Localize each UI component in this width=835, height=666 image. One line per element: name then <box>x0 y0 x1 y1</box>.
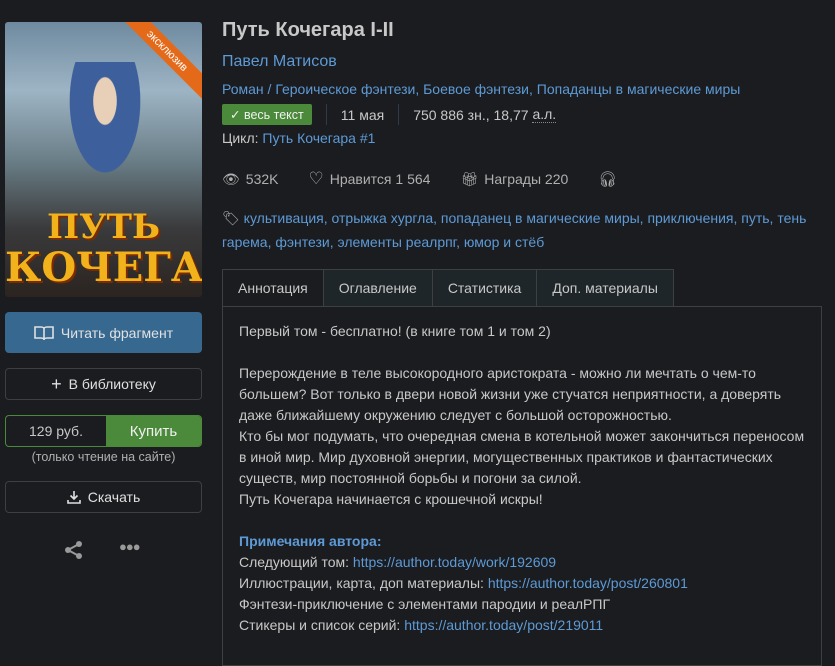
headphones-icon[interactable]: 🎧︎ <box>598 170 617 188</box>
note-2-label: Иллюстрации, карта, доп материалы: <box>239 575 488 591</box>
annotation-p4: Путь Кочегара начинается с крошечной иск… <box>239 491 543 507</box>
note-4-link[interactable]: https://author.today/post/219011 <box>404 617 603 633</box>
author-link[interactable]: Павел Матисов <box>222 53 337 71</box>
views-count: 532K <box>245 171 279 187</box>
tab-contents[interactable]: Оглавление <box>322 269 433 306</box>
author-notes-title: Примечания автора: <box>239 533 382 549</box>
tab-extras[interactable]: Доп. материалы <box>536 269 674 306</box>
annotation-p1: Первый том - бесплатно! (в книге том 1 и… <box>239 323 551 339</box>
read-fragment-label: Читать фрагмент <box>60 324 174 341</box>
buy-group: 129 руб. Купить <box>5 415 202 447</box>
more-icon[interactable]: ●●● <box>119 539 141 554</box>
add-library-button[interactable]: + В библиотеку <box>5 368 202 400</box>
download-button[interactable]: Скачать <box>5 481 202 513</box>
stats-bar: 👁 532K ♡ Нравится 1 564 🎁︎ Награды 220 🎧︎ <box>222 169 617 189</box>
buy-button[interactable]: Купить <box>106 416 201 446</box>
status-badge: ✓ весь текст <box>222 104 312 125</box>
book-title: Путь Кочегара I-II <box>222 19 394 41</box>
note-3: Фэнтези-приключение с элементами пародии… <box>239 596 611 612</box>
cycle-label: Цикл: <box>222 130 259 146</box>
heart-icon: ♡ <box>308 169 324 188</box>
buy-note: (только чтение на сайте) <box>31 450 176 464</box>
note-2-link[interactable]: https://author.today/post/260801 <box>488 575 688 591</box>
publish-date: 11 мая <box>340 106 385 123</box>
annotation-p3: Кто бы мог подумать, что очередная смена… <box>239 428 805 486</box>
awards-button[interactable]: 🎁︎ Награды 220 <box>460 171 568 188</box>
tag-icon: 🏷︎ <box>222 210 240 226</box>
note-4-label: Стикеры и список серий: <box>239 617 405 633</box>
cover-figure <box>60 62 150 192</box>
eye-icon: 👁 <box>222 170 240 187</box>
book-meta: ✓ весь текст 11 мая 750 886 зн., 18,77 а… <box>222 104 557 125</box>
note-1-link[interactable]: https://author.today/work/192609 <box>353 554 556 570</box>
tab-annotation[interactable]: Аннотация <box>222 269 324 306</box>
download-label: Скачать <box>87 489 141 505</box>
annotation-panel: Первый том - бесплатно! (в книге том 1 и… <box>222 306 822 666</box>
like-button[interactable]: ♡ Нравится 1 564 <box>308 169 430 189</box>
cycle: Цикл: Путь Кочегара #1 <box>222 130 375 146</box>
plus-icon: + <box>51 373 62 394</box>
book-size: 750 886 зн., 18,77 <box>413 106 529 123</box>
gift-icon: 🎁︎ <box>460 170 479 187</box>
status-badge-label: весь текст <box>243 108 304 122</box>
add-library-label: В библиотеку <box>68 376 156 392</box>
download-icon <box>66 491 81 504</box>
note-1-label: Следующий том: <box>239 554 353 570</box>
cover-title-2: КОЧЕГАРА <box>5 244 202 291</box>
tags-links[interactable]: культивация, отрыжка хургла, попаданец в… <box>222 210 806 250</box>
cover-title-1: ПУТЬ <box>46 207 161 247</box>
genres-link[interactable]: Роман / Героическое фэнтези, Боевое фэнт… <box>222 81 740 97</box>
likes-count: Нравится 1 564 <box>329 171 431 187</box>
share-icon[interactable] <box>64 540 84 560</box>
annotation-p2: Перерождение в теле высокородного аристо… <box>239 365 782 423</box>
awards-count: Награды 220 <box>484 171 569 187</box>
cycle-link[interactable]: Путь Кочегара #1 <box>262 130 375 146</box>
book-icon <box>34 325 54 340</box>
tab-statistics[interactable]: Статистика <box>431 269 538 306</box>
price: 129 руб. <box>29 423 83 439</box>
size-unit: а.л. <box>532 106 557 123</box>
tags: 🏷︎ культивация, отрыжка хургла, попадане… <box>222 206 822 254</box>
book-cover[interactable]: ПУТЬ КОЧЕГАРА эксклюзив <box>5 22 202 297</box>
tabs: Аннотация Оглавление Статистика Доп. мат… <box>222 269 674 306</box>
read-fragment-button[interactable]: Читать фрагмент <box>5 312 202 353</box>
